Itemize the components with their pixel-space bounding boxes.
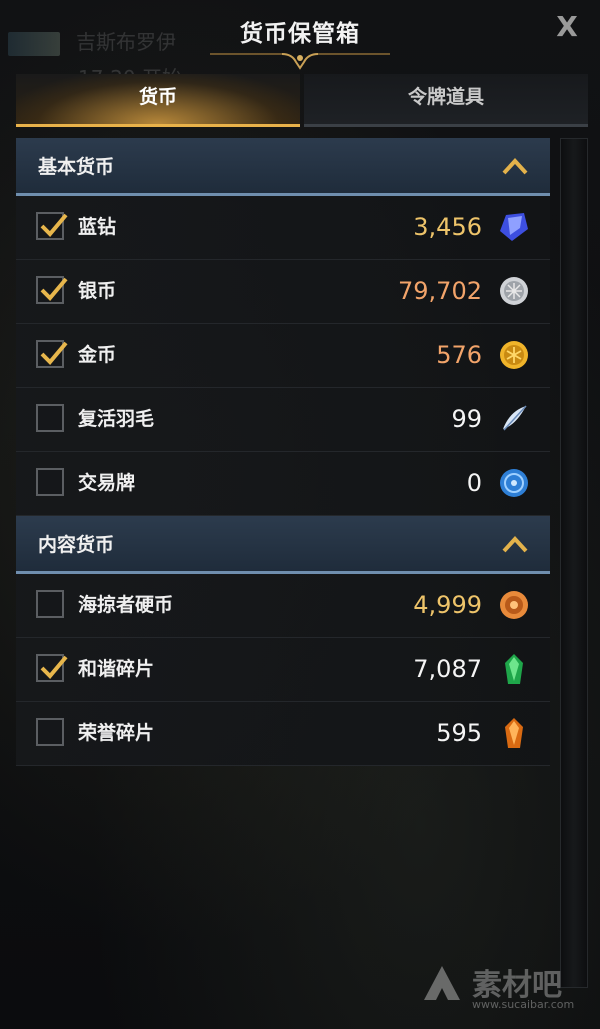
tab-bar: 货币 令牌道具 bbox=[16, 74, 588, 127]
gold-coin-icon bbox=[500, 341, 528, 369]
list-item-blue-diamond: 蓝钻 3,456 bbox=[16, 196, 550, 260]
checkmark-icon bbox=[40, 213, 68, 237]
chevron-up-icon[interactable] bbox=[502, 156, 528, 176]
item-value: 595 bbox=[436, 719, 482, 747]
checkbox[interactable] bbox=[36, 276, 68, 304]
item-value: 3,456 bbox=[413, 213, 482, 241]
checkbox[interactable] bbox=[36, 340, 68, 368]
green-shard-icon bbox=[505, 654, 523, 684]
section-title: 内容货币 bbox=[38, 534, 115, 556]
list-item-feather: 复活羽毛 99 bbox=[16, 388, 550, 452]
close-button[interactable]: X bbox=[552, 12, 582, 42]
watermark-logo-icon bbox=[424, 966, 460, 1000]
checkbox[interactable] bbox=[36, 468, 64, 496]
item-label: 海掠者硬币 bbox=[78, 594, 174, 616]
item-value: 4,999 bbox=[413, 591, 482, 619]
pirate-coin-icon bbox=[500, 591, 528, 619]
checkbox[interactable] bbox=[36, 404, 64, 432]
scrollbar[interactable] bbox=[560, 138, 588, 988]
checkmark-icon bbox=[40, 341, 68, 365]
item-label: 复活羽毛 bbox=[78, 408, 155, 430]
checkbox[interactable] bbox=[36, 212, 68, 240]
item-label: 交易牌 bbox=[78, 472, 136, 494]
watermark: 素材吧 www.sucaibar.com bbox=[418, 958, 588, 1014]
list-item-silver-coin: 银币 79,702 bbox=[16, 260, 550, 324]
checkbox[interactable] bbox=[36, 654, 68, 682]
checkmark-icon bbox=[40, 655, 68, 679]
checkmark-icon bbox=[40, 277, 68, 301]
list-item-trade-token: 交易牌 0 bbox=[16, 452, 550, 516]
checkbox[interactable] bbox=[36, 718, 64, 746]
item-label: 荣誉碎片 bbox=[78, 722, 155, 744]
tab-currency[interactable]: 货币 bbox=[16, 74, 300, 127]
list-item-gold-coin: 金币 576 bbox=[16, 324, 550, 388]
item-value: 99 bbox=[451, 405, 482, 433]
trade-token-icon bbox=[500, 469, 528, 497]
item-label: 银币 bbox=[78, 280, 117, 302]
title-ornament-icon bbox=[210, 53, 390, 70]
item-value: 0 bbox=[466, 469, 482, 497]
watermark-url: www.sucaibar.com bbox=[472, 998, 575, 1011]
list-item-pirate-coin: 海掠者硬币 4,999 bbox=[16, 574, 550, 638]
feather-icon bbox=[503, 405, 527, 431]
list-item-harmony-shard: 和谐碎片 7,087 bbox=[16, 638, 550, 702]
item-label: 蓝钻 bbox=[78, 216, 117, 238]
item-label: 和谐碎片 bbox=[78, 658, 155, 680]
section-title: 基本货币 bbox=[38, 156, 115, 178]
silver-coin-icon bbox=[500, 277, 528, 305]
item-value: 79,702 bbox=[398, 277, 482, 305]
list-item-honor-shard: 荣誉碎片 595 bbox=[16, 702, 550, 766]
blue-diamond-icon bbox=[500, 213, 528, 241]
item-label: 金币 bbox=[78, 344, 117, 366]
window-header: 货币保管箱 X bbox=[0, 0, 600, 70]
chevron-up-icon[interactable] bbox=[502, 534, 528, 554]
tab-token-items[interactable]: 令牌道具 bbox=[304, 74, 588, 127]
item-value: 7,087 bbox=[413, 655, 482, 683]
checkbox[interactable] bbox=[36, 590, 64, 618]
section-header-content[interactable]: 内容货币 bbox=[16, 516, 550, 574]
currency-list: 基本货币 蓝钻 3,456 银币 79,702 金币 576 复活羽毛 99 交… bbox=[16, 138, 552, 766]
section-header-basic[interactable]: 基本货币 bbox=[16, 138, 550, 196]
item-value: 576 bbox=[436, 341, 482, 369]
orange-shard-icon bbox=[505, 718, 523, 748]
window-title: 货币保管箱 bbox=[240, 21, 360, 47]
